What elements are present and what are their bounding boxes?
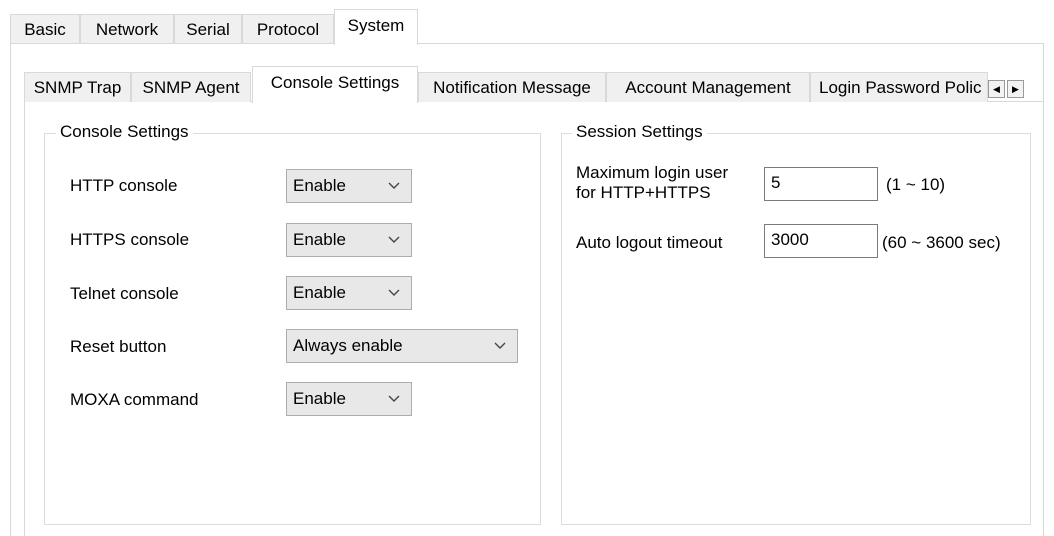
scroll-right-icon: ▶ xyxy=(1012,84,1019,94)
moxa-command-label: MOXA command xyxy=(70,390,199,409)
tab-snmp-agent-label: SNMP Agent xyxy=(142,78,240,97)
tab-network[interactable]: Network xyxy=(80,14,174,43)
tab-basic-label: Basic xyxy=(24,20,66,39)
system-config-window: Basic Network Serial Protocol System SNM… xyxy=(0,0,1054,536)
tab-notification-message-label: Notification Message xyxy=(433,78,591,97)
auto-logout-label: Auto logout timeout xyxy=(576,233,723,252)
tab-scroll-right-button[interactable]: ▶ xyxy=(1007,80,1024,98)
auto-logout-range: (60 ~ 3600 sec) xyxy=(882,233,1001,252)
session-settings-group-title: Session Settings xyxy=(572,122,707,142)
reset-button-value: Always enable xyxy=(293,336,403,355)
max-login-label: Maximum login user for HTTP+HTTPS xyxy=(576,163,728,203)
http-console-label: HTTP console xyxy=(70,176,178,195)
tab-login-password-policy[interactable]: Login Password Polic xyxy=(810,72,988,102)
tab-login-password-policy-label: Login Password Polic xyxy=(819,78,982,97)
chevron-down-icon xyxy=(388,236,400,243)
reset-button-label: Reset button xyxy=(70,337,167,356)
max-login-value: 5 xyxy=(771,173,781,192)
tab-serial-label: Serial xyxy=(186,20,230,39)
auto-logout-value: 3000 xyxy=(771,230,809,249)
chevron-down-icon xyxy=(388,395,400,402)
tab-snmp-agent[interactable]: SNMP Agent xyxy=(131,72,251,102)
console-settings-group-title: Console Settings xyxy=(56,122,193,142)
tab-network-label: Network xyxy=(95,20,159,39)
telnet-console-select[interactable]: Enable xyxy=(286,276,412,310)
http-console-value: Enable xyxy=(293,176,346,195)
reset-button-select[interactable]: Always enable xyxy=(286,329,518,363)
tab-basic[interactable]: Basic xyxy=(10,14,80,43)
tab-protocol-label: Protocol xyxy=(256,20,320,39)
tab-protocol[interactable]: Protocol xyxy=(242,14,334,43)
tab-snmp-trap[interactable]: SNMP Trap xyxy=(24,72,131,102)
tab-notification-message[interactable]: Notification Message xyxy=(418,72,606,102)
tab-serial[interactable]: Serial xyxy=(174,14,242,43)
tab-snmp-trap-label: SNMP Trap xyxy=(33,78,122,97)
https-console-value: Enable xyxy=(293,230,346,249)
tab-console-settings[interactable]: Console Settings xyxy=(252,66,418,103)
chevron-down-icon xyxy=(494,342,506,349)
tab-account-management-label: Account Management xyxy=(625,78,791,97)
moxa-command-value: Enable xyxy=(293,389,346,408)
max-login-input[interactable]: 5 xyxy=(764,167,878,201)
scroll-left-icon: ◀ xyxy=(993,84,1000,94)
max-login-range: (1 ~ 10) xyxy=(886,175,946,194)
max-login-label-line2: for HTTP+HTTPS xyxy=(576,183,711,202)
chevron-down-icon xyxy=(388,182,400,189)
http-console-select[interactable]: Enable xyxy=(286,169,412,203)
https-console-label: HTTPS console xyxy=(70,230,190,249)
tab-scroll-left-button[interactable]: ◀ xyxy=(988,80,1005,98)
tab-console-settings-label: Console Settings xyxy=(270,73,400,92)
tab-account-management[interactable]: Account Management xyxy=(606,72,810,102)
moxa-command-select[interactable]: Enable xyxy=(286,382,412,416)
telnet-console-label: Telnet console xyxy=(70,284,179,303)
max-login-label-line1: Maximum login user xyxy=(576,163,729,182)
chevron-down-icon xyxy=(388,289,400,296)
tab-system-label: System xyxy=(347,16,405,35)
telnet-console-value: Enable xyxy=(293,283,346,302)
auto-logout-input[interactable]: 3000 xyxy=(764,224,878,258)
tab-system[interactable]: System xyxy=(334,9,418,45)
https-console-select[interactable]: Enable xyxy=(286,223,412,257)
